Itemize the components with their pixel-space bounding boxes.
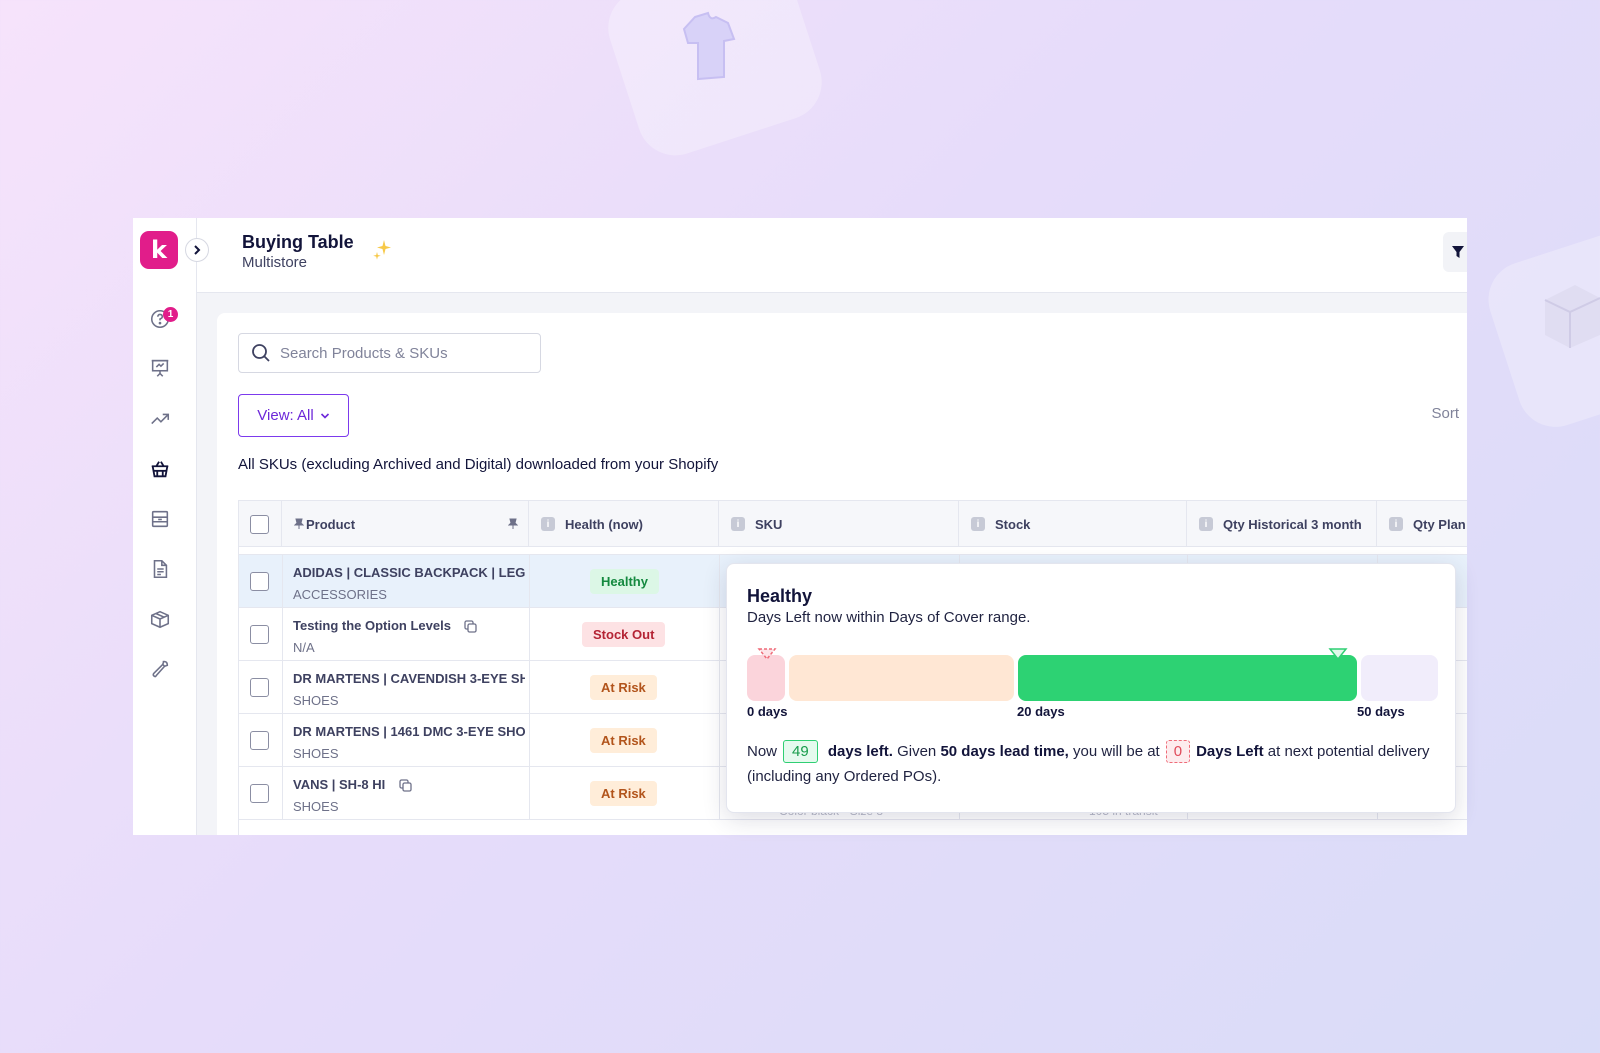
sidebar: k 1	[133, 218, 197, 835]
info-icon[interactable]: i	[731, 517, 745, 531]
info-icon[interactable]: i	[1389, 517, 1403, 531]
product-category: ACCESSORIES	[293, 587, 387, 602]
health-badge[interactable]: Healthy	[590, 569, 659, 594]
column-label: Product	[306, 516, 356, 532]
view-label: View: All	[257, 407, 314, 424]
column-label: Qty Plan	[1413, 516, 1466, 532]
column-label: SKU	[755, 516, 783, 532]
health-badge[interactable]: At Risk	[590, 675, 657, 700]
copy-icon[interactable]	[399, 779, 412, 792]
table-row	[239, 547, 1467, 555]
health-badge[interactable]: At Risk	[590, 728, 657, 753]
days-left-now-value: 49	[783, 740, 818, 763]
column-header-qty-historical[interactable]: i Qty Historical 3 month	[1187, 501, 1377, 547]
copy-icon[interactable]	[464, 620, 477, 633]
product-name[interactable]: ADIDAS | CLASSIC BACKPACK | LEGEND	[293, 565, 525, 580]
column-header-qty-plan[interactable]: i Qty Plan	[1377, 501, 1467, 547]
health-badge[interactable]: At Risk	[590, 781, 657, 806]
app-logo[interactable]: k	[140, 231, 178, 269]
product-name[interactable]: Testing the Option Levels	[293, 618, 451, 633]
health-popover: Healthy Days Left now within Days of Cov…	[726, 563, 1456, 813]
row-checkbox[interactable]	[250, 678, 269, 697]
wrench-icon[interactable]	[148, 657, 172, 681]
pin-icon[interactable]	[508, 518, 518, 530]
presentation-icon[interactable]	[148, 356, 172, 380]
popover-subtitle: Days Left now within Days of Cover range…	[747, 609, 1031, 626]
expand-sidebar-button[interactable]	[185, 238, 209, 262]
search-icon	[252, 344, 270, 362]
days-left-at-delivery-value: 0	[1165, 740, 1191, 763]
product-category: SHOES	[293, 693, 339, 708]
document-icon[interactable]	[148, 557, 172, 581]
calendar-box-icon[interactable]	[148, 507, 172, 531]
row-checkbox[interactable]	[250, 625, 269, 644]
now-marker-icon	[1328, 648, 1348, 661]
scale-label-start: 0 days	[747, 704, 788, 719]
trending-up-icon[interactable]	[148, 407, 172, 431]
column-header-product[interactable]: Product	[282, 501, 529, 547]
row-checkbox[interactable]	[250, 784, 269, 803]
column-header-health[interactable]: i Health (now)	[529, 501, 719, 547]
page-subtitle: Multistore	[242, 254, 308, 271]
popover-explanation: Now 49 days left. Given 50 days lead time…	[747, 739, 1437, 789]
shopping-basket-icon[interactable]	[148, 457, 172, 481]
logo-letter: k	[151, 236, 167, 264]
box-icon	[1540, 280, 1600, 355]
product-category: N/A	[293, 640, 315, 655]
health-badge[interactable]: Stock Out	[582, 622, 666, 647]
text-days-left-label: Days Left	[1196, 743, 1264, 760]
scale-label-end: 50 days	[1357, 704, 1405, 719]
filter-button[interactable]	[1443, 232, 1467, 272]
delivery-marker-icon	[757, 648, 777, 661]
range-overstock-segment	[1361, 655, 1438, 701]
column-label: Health (now)	[565, 516, 643, 532]
sparkle-icon	[372, 238, 394, 267]
product-category: SHOES	[293, 799, 339, 814]
info-icon[interactable]: i	[541, 517, 555, 531]
row-checkbox[interactable]	[250, 731, 269, 750]
info-icon[interactable]: i	[971, 517, 985, 531]
column-header-stock[interactable]: i Stock	[959, 501, 1187, 547]
select-all-checkbox[interactable]	[250, 514, 269, 534]
chevron-down-icon	[320, 412, 329, 419]
help-badge: 1	[163, 307, 178, 322]
select-all-cell	[239, 501, 282, 547]
table-header: Product i Health (now) i SKU i Stock i Q…	[239, 501, 1467, 547]
range-at-risk-segment	[789, 655, 1014, 701]
column-header-sku[interactable]: i SKU	[719, 501, 959, 547]
view-select-button[interactable]: View: All	[238, 394, 349, 437]
pin-icon	[294, 518, 304, 529]
lead-time-value: 50 days lead time,	[940, 743, 1069, 760]
product-name[interactable]: DR MARTENS | CAVENDISH 3-EYE SHOE	[293, 671, 525, 686]
product-name[interactable]: VANS | SH-8 HI	[293, 777, 385, 792]
sort-button[interactable]: Sort	[1431, 405, 1459, 422]
chevron-right-icon	[194, 245, 201, 255]
product-category: SHOES	[293, 746, 339, 761]
page-title: Buying Table	[242, 232, 354, 252]
column-label: Qty Historical 3 month	[1223, 516, 1362, 532]
info-icon[interactable]: i	[1199, 517, 1213, 531]
text-days-left: days left.	[827, 743, 893, 760]
scale-label-mid: 20 days	[1017, 704, 1065, 719]
filter-icon	[1452, 246, 1464, 258]
product-name[interactable]: DR MARTENS | 1461 DMC 3-EYE SHOE	[293, 724, 525, 739]
range-stockout-segment	[747, 655, 785, 701]
package-icon[interactable]	[148, 607, 172, 631]
search-input[interactable]	[280, 344, 520, 362]
range-healthy-segment	[1018, 655, 1357, 701]
text-given: Given	[897, 743, 937, 760]
text-now: Now	[747, 743, 778, 760]
search-box[interactable]	[238, 333, 541, 373]
row-checkbox[interactable]	[250, 572, 269, 591]
text-will-be: you will be at	[1073, 743, 1160, 760]
table-description: All SKUs (excluding Archived and Digital…	[238, 456, 719, 473]
tshirt-icon	[670, 5, 750, 90]
column-label: Stock	[995, 516, 1031, 532]
page-header: Buying Table Multistore	[197, 218, 1467, 293]
popover-title: Healthy	[747, 586, 813, 606]
